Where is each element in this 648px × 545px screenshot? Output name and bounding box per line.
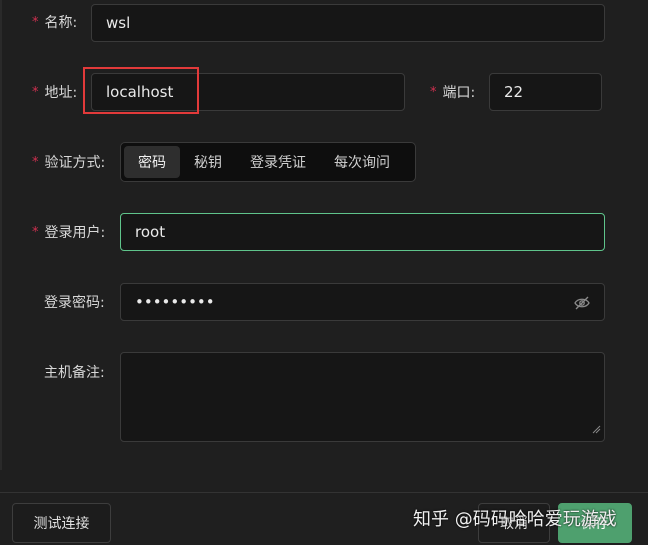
left-edge: [0, 0, 2, 470]
port-input[interactable]: 22: [489, 73, 602, 111]
resize-handle-icon[interactable]: [592, 420, 601, 438]
highlight-box: [83, 67, 199, 114]
port-label: * 端口:: [430, 82, 475, 102]
required-mark: *: [32, 224, 39, 240]
required-mark: *: [32, 84, 39, 100]
address-label: * 地址:: [32, 82, 77, 102]
password-input-value: •••••••••: [135, 293, 215, 311]
password-label: 登录密码:: [44, 292, 105, 312]
eye-off-icon[interactable]: [574, 296, 590, 314]
auth-option-ask[interactable]: 每次询问: [320, 146, 404, 178]
auth-option-password[interactable]: 密码: [124, 146, 180, 178]
username-input[interactable]: root: [120, 213, 605, 251]
name-label-text: 名称:: [44, 15, 78, 31]
auth-option-key[interactable]: 秘钥: [180, 146, 236, 178]
required-mark: *: [32, 14, 39, 30]
required-mark: *: [430, 84, 437, 100]
password-input[interactable]: •••••••••: [120, 283, 605, 321]
test-connection-label: 测试连接: [33, 516, 90, 532]
notes-textarea[interactable]: [120, 352, 605, 442]
notes-label: 主机备注:: [44, 362, 105, 382]
username-input-value: root: [135, 223, 166, 241]
watermark-text: 知乎 @码码哈哈爱玩游戏: [413, 509, 617, 530]
port-input-value: 22: [504, 83, 524, 101]
required-mark: *: [32, 154, 39, 170]
address-label-text: 地址:: [44, 85, 78, 101]
auth-label-text: 验证方式:: [44, 155, 106, 171]
auth-option-credential[interactable]: 登录凭证: [236, 146, 320, 178]
username-label-text: 登录用户:: [44, 225, 106, 241]
auth-method-segmented[interactable]: 密码 秘钥 登录凭证 每次询问: [120, 142, 416, 182]
username-label: * 登录用户:: [32, 222, 105, 242]
footer-divider: [0, 492, 648, 493]
name-input-value: wsl: [106, 14, 131, 32]
name-label: * 名称:: [32, 12, 77, 32]
password-label-text: 登录密码:: [44, 295, 105, 311]
port-label-text: 端口:: [442, 85, 476, 101]
test-connection-button[interactable]: 测试连接: [12, 503, 111, 543]
auth-label: * 验证方式:: [32, 152, 105, 172]
name-input[interactable]: wsl: [91, 4, 605, 42]
notes-label-text: 主机备注:: [44, 365, 105, 381]
